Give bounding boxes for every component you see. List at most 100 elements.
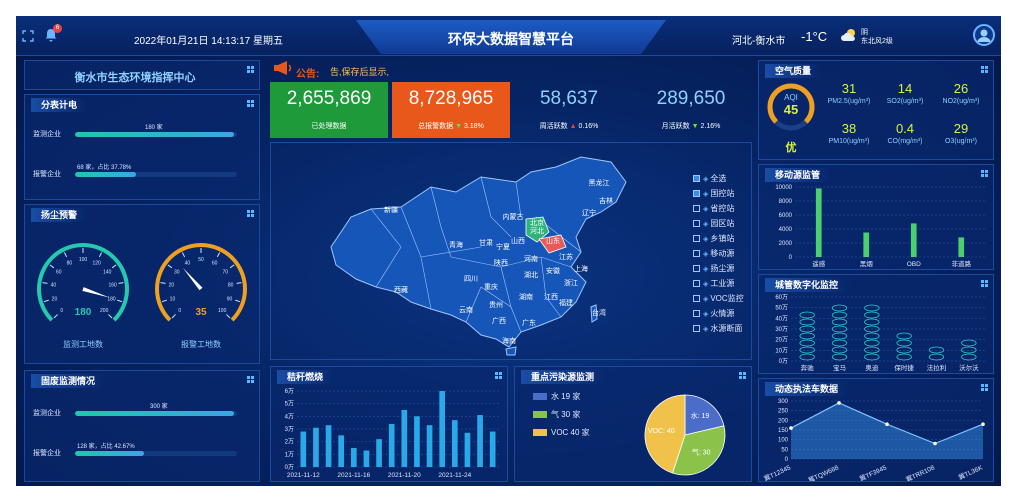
checkbox-icon[interactable] (693, 190, 700, 198)
checkbox-icon[interactable] (693, 265, 700, 273)
grid-icon[interactable] (247, 376, 254, 383)
map-legend-item[interactable]: ◈ 火情源 (693, 308, 734, 319)
checkbox-icon[interactable] (693, 220, 700, 228)
solid-monitor-bar (75, 411, 237, 416)
china-map[interactable]: 黑龙江吉林辽宁 新疆内蒙古北京山西 山东河北青海 甘肃宁夏陕西 河南 江苏西藏 四川重庆 湖北… (281, 147, 701, 357)
user-avatar-icon[interactable] (973, 24, 995, 46)
province-label: 浙江 (564, 278, 578, 287)
aq-value: 31 (841, 81, 857, 96)
gauge-tick (216, 252, 221, 258)
province-label: 海南 (502, 336, 516, 345)
province-label: 黑龙江 (589, 178, 610, 187)
solid-monitor-label: 监测企业 (33, 410, 61, 417)
y-tick-label: 5万 (285, 401, 294, 408)
notice-label: 公告: (296, 69, 320, 80)
map-legend-item[interactable]: ◈ 国控站 (693, 188, 734, 199)
map-legend-item[interactable]: ◈ 移动源 (693, 248, 734, 259)
checkbox-icon[interactable] (693, 250, 700, 258)
datetime: 2022年01月21日 14:13:17 星期五 (134, 36, 283, 47)
x-tick-label: 2021-11-20 (388, 472, 421, 479)
down-arrow-icon: ▼ (691, 123, 699, 130)
gauge-tick-label: 80 (67, 260, 73, 266)
gauge-tick-label: 70 (222, 269, 228, 275)
map-legend-item[interactable]: ◈ VOC监控 (693, 293, 744, 304)
checkbox-icon[interactable] (693, 310, 700, 318)
grid-icon[interactable] (247, 100, 254, 107)
x-tick-label: 冀T12345 (762, 462, 792, 481)
bar-segment (961, 346, 977, 354)
map-legend-item[interactable]: ◈ 省控站 (693, 203, 734, 214)
bar-fill (75, 132, 234, 137)
bar (958, 237, 965, 257)
meter-monitor-label: 监测企业 (33, 131, 61, 138)
dashboard: 6 2022年01月21日 14:13:17 星期五 环保大数据智慧平台 河北-… (16, 16, 1001, 486)
y-tick-label: 30万 (775, 326, 788, 333)
y-tick-label: 2万 (285, 439, 294, 446)
gauge-tick (111, 264, 117, 269)
y-tick-label: 0 (789, 255, 793, 261)
map-legend-item[interactable]: ◈ 水源断面 (693, 323, 742, 334)
notification-badge: 6 (53, 24, 62, 33)
province-label: 河北 (530, 227, 544, 235)
aq-value: 29 (953, 121, 969, 136)
province-label: 湖南 (519, 292, 533, 301)
pollution-legend-item[interactable]: 水 19 家 (533, 391, 580, 402)
bar (313, 427, 319, 467)
pollution-panel: 重点污染源监测 水 19 家气 30 家 VOC 40 家 水: 19 气: 30 V… (514, 366, 752, 482)
grid-icon[interactable] (981, 66, 988, 73)
map-legend-item[interactable]: ◈ 园区站 (693, 218, 734, 229)
bar (350, 448, 357, 467)
map-legend-item[interactable]: ◈ 工业源 (693, 278, 734, 289)
map-legend-item[interactable]: ◈ 扬尘源 (693, 263, 734, 274)
gauge-tick-label: 0 (178, 308, 181, 314)
pie-label: 水: 19 (691, 411, 710, 420)
pollution-legend-item[interactable]: 气 30 家 (533, 409, 580, 420)
x-tick-label: 遥感 (812, 259, 826, 268)
bar (401, 410, 408, 467)
pollution-legend-item[interactable]: VOC 40 家 (533, 427, 590, 438)
panel-title: 移动源监管 (765, 168, 831, 182)
checkbox-icon[interactable] (693, 175, 700, 183)
x-tick-label: 沃尔沃 (959, 363, 979, 372)
y-tick-label: 20万 (775, 337, 788, 344)
checkbox-icon[interactable] (693, 325, 700, 333)
kpi-value: 2,655,869 (286, 88, 372, 109)
checkbox-icon[interactable] (693, 235, 700, 243)
aq-label: CO(mg/m³) (887, 138, 923, 145)
map-legend-item[interactable]: ◈ 全选 (693, 173, 726, 184)
gauge-tick (226, 314, 231, 319)
gauge-tick-label: 60 (212, 260, 218, 266)
legend-label: 水 19 家 (551, 392, 581, 401)
fullscreen-icon[interactable] (22, 30, 34, 42)
grid-icon[interactable] (247, 66, 254, 73)
china-outline[interactable] (330, 156, 627, 348)
province-label: 广东 (522, 318, 536, 327)
meter-monitor-bar (75, 132, 237, 137)
grid-icon[interactable] (247, 210, 254, 217)
aq-label: NO2(ug/m³) (942, 98, 980, 105)
x-tick-label: 冀TL36K (957, 462, 985, 481)
grid-icon[interactable] (981, 170, 988, 177)
x-tick-label: OBD (907, 261, 921, 268)
grid-icon[interactable] (495, 372, 502, 379)
gauge-tick (63, 252, 68, 258)
checkbox-icon[interactable] (693, 280, 700, 288)
checkbox-icon[interactable] (693, 295, 700, 303)
y-tick-label: 300 (778, 399, 789, 405)
panel-title: 固废监测情况 (31, 374, 106, 388)
x-tick-label: 冀TQW668 (807, 462, 841, 481)
gauge-tick (161, 299, 167, 303)
y-tick-label: 50 (781, 447, 788, 453)
kpi-value: 289,650 (656, 88, 726, 109)
map-legend-item[interactable]: ◈ 乡镇站 (693, 233, 734, 244)
pollution-pie: 水: 19 气: 30 VOC: 40 (644, 394, 726, 476)
kpi-processed: 2,655,869 已处理数据 (270, 82, 388, 138)
province-label: 陕西 (494, 258, 508, 267)
hainan-island[interactable] (505, 346, 517, 356)
y-tick-label: 0 (785, 457, 789, 463)
grid-icon[interactable] (981, 384, 988, 391)
grid-icon[interactable] (981, 280, 988, 287)
grid-icon[interactable] (739, 372, 746, 379)
x-tick-label: 非道路 (952, 259, 972, 268)
checkbox-icon[interactable] (693, 205, 700, 213)
